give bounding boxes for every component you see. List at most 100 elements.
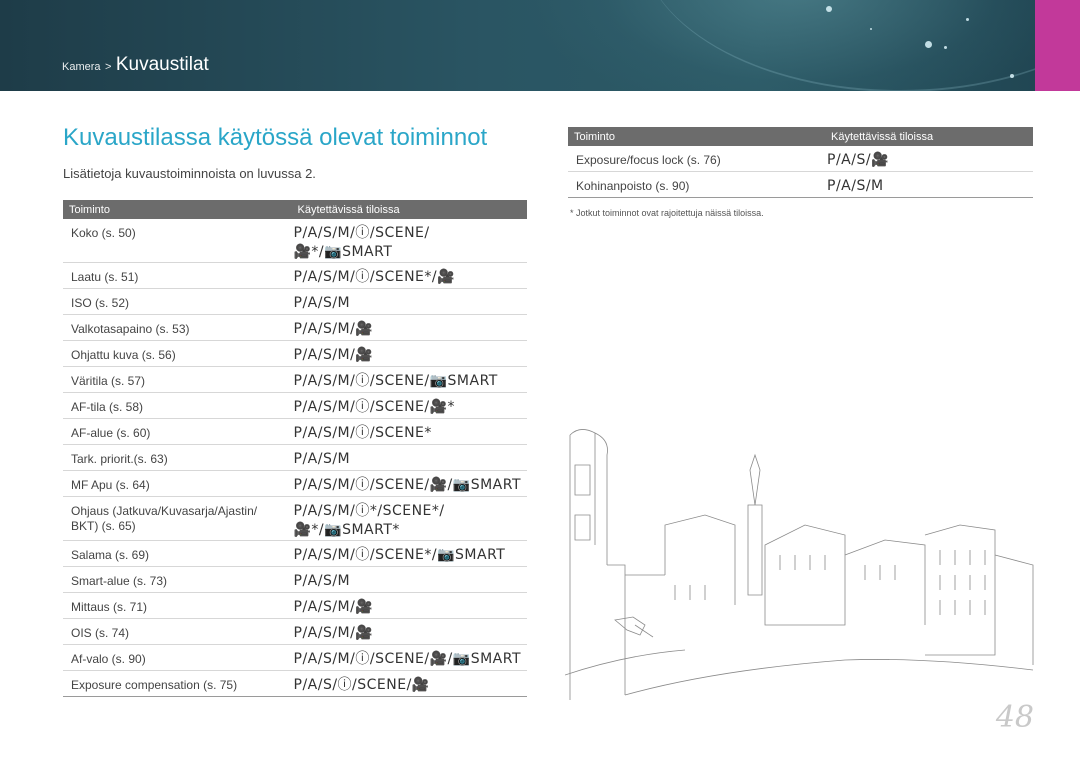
table-row: AF-tila (s. 58) P/A/S/M/ⓘ/SCENE/🎥* (63, 392, 527, 419)
available-modes: P/A/S/M (825, 171, 1033, 198)
table-row: Väritila (s. 57) P/A/S/M/ⓘ/SCENE/📷SMART (63, 366, 527, 393)
table-row: MF Apu (s. 64) P/A/S/M/ⓘ/SCENE/🎥/📷SMART (63, 470, 527, 497)
mode-list: P/A/S/M/🎥 (293, 599, 374, 615)
available-modes: P/A/S/ⓘ/SCENE/🎥 (291, 670, 527, 697)
available-modes: P/A/S/M/ⓘ/SCENE*/🎥 (291, 262, 527, 289)
table-row: OIS (s. 74) P/A/S/M/🎥 (63, 618, 527, 645)
column-header-function: Toiminto (568, 127, 825, 146)
available-modes: P/A/S/M/ⓘ/SCENE*/📷SMART (291, 540, 527, 567)
mode-list: P/A/S/M/ⓘ*/SCENE*/ (293, 503, 445, 519)
breadcrumb-current: Kuvaustilat (115, 54, 209, 75)
available-modes: P/A/S/M/🎥 (291, 618, 527, 645)
function-name: Exposure/focus lock (s. 76) (568, 146, 825, 172)
mode-list: P/A/S/M/🎥 (293, 347, 374, 363)
available-modes: P/A/S/M (291, 566, 527, 593)
table-row: Ohjaus (Jatkuva/Kuvasarja/Ajastin/ BKT) … (63, 496, 527, 541)
mode-list: P/A/S/M (293, 451, 351, 467)
mode-list: P/A/S/M/ⓘ/SCENE* (293, 425, 432, 441)
table-row: Exposure compensation (s. 75) P/A/S/ⓘ/SCE… (63, 670, 527, 697)
mode-list: P/A/S/🎥 (827, 152, 889, 168)
header-banner: Kamera > Kuvaustilat (0, 0, 1080, 91)
sparkle (826, 6, 832, 12)
available-modes: P/A/S/🎥 (825, 146, 1033, 172)
function-name: Koko (s. 50) (63, 219, 292, 263)
mode-list: 🎥*/📷SMART (293, 244, 393, 260)
mode-list: 🎥*/📷SMART* (293, 522, 400, 538)
breadcrumb-separator: > (104, 61, 112, 73)
chapter-tab (1035, 0, 1080, 91)
column-header-function: Toiminto (63, 200, 292, 219)
table-row: Laatu (s. 51) P/A/S/M/ⓘ/SCENE*/🎥 (63, 262, 527, 289)
function-name: AF-alue (s. 60) (63, 418, 292, 445)
breadcrumb: Kamera > Kuvaustilat (62, 54, 209, 76)
table-row: Koko (s. 50) P/A/S/M/ⓘ/SCENE/ 🎥*/📷SMART (63, 219, 527, 263)
table-row: Kohinanpoisto (s. 90) P/A/S/M (568, 171, 1033, 198)
mode-list: P/A/S/M/ⓘ/SCENE*/🎥 (293, 269, 456, 285)
table-row: ISO (s. 52) P/A/S/M (63, 288, 527, 315)
available-modes: P/A/S/M/ⓘ/SCENE/ 🎥*/📷SMART (291, 219, 527, 263)
table-row: Mittaus (s. 71) P/A/S/M/🎥 (63, 592, 527, 619)
function-name: ISO (s. 52) (63, 288, 292, 315)
modes-table-left: Toiminto Käytettävissä tiloissa Koko (s.… (63, 200, 527, 697)
table-row: Exposure/focus lock (s. 76) P/A/S/🎥 (568, 146, 1033, 172)
sparkle (966, 18, 969, 21)
table-row: Valkotasapaino (s. 53) P/A/S/M/🎥 (63, 314, 527, 341)
column-header-modes: Käytettävissä tiloissa (291, 200, 527, 219)
town-sketch-illustration (565, 429, 1034, 700)
mode-list: P/A/S/M/🎥 (293, 625, 374, 641)
table-row: Tark. priorit.(s. 63) P/A/S/M (63, 444, 527, 471)
sparkle (870, 28, 872, 30)
function-name: Ohjaus (Jatkuva/Kuvasarja/Ajastin/ BKT) … (63, 496, 292, 541)
sparkle (944, 46, 947, 49)
available-modes: P/A/S/M/🎥 (291, 592, 527, 619)
available-modes: P/A/S/M/ⓘ/SCENE/📷SMART (291, 366, 527, 393)
mode-list: P/A/S/M (293, 573, 351, 589)
mode-list: P/A/S/M/ⓘ/SCENE/📷SMART (293, 373, 498, 389)
function-name: Salama (s. 69) (63, 540, 292, 567)
function-name: Väritila (s. 57) (63, 366, 292, 393)
mode-list: P/A/S/M/🎥 (293, 321, 374, 337)
function-name: Laatu (s. 51) (63, 262, 292, 289)
function-name: OIS (s. 74) (63, 618, 292, 645)
table-row: Smart-alue (s. 73) P/A/S/M (63, 566, 527, 593)
mode-list: P/A/S/M (827, 178, 884, 194)
mode-list: P/A/S/M/ⓘ/SCENE/🎥/📷SMART (293, 651, 521, 667)
page-title: Kuvaustilassa käytössä olevat toiminnot (63, 124, 488, 151)
page-number: 48 (995, 700, 1034, 735)
column-header-modes: Käytettävissä tiloissa (825, 127, 1033, 146)
available-modes: P/A/S/M (291, 444, 527, 471)
modes-table-right: Toiminto Käytettävissä tiloissa Exposure… (568, 127, 1033, 198)
function-name: Exposure compensation (s. 75) (63, 670, 292, 697)
available-modes: P/A/S/M/🎥 (291, 340, 527, 367)
mode-list: P/A/S/ⓘ/SCENE/🎥 (293, 677, 430, 693)
function-name: Af-valo (s. 90) (63, 644, 292, 671)
available-modes: P/A/S/M/🎥 (291, 314, 527, 341)
function-name: Tark. priorit.(s. 63) (63, 444, 292, 471)
available-modes: P/A/S/M/ⓘ*/SCENE*/ 🎥*/📷SMART* (291, 496, 527, 541)
mode-list: P/A/S/M/ⓘ/SCENE/ (293, 225, 430, 241)
page-subtitle: Lisätietoja kuvaustoiminnoista on luvuss… (63, 166, 316, 181)
function-name: AF-tila (s. 58) (63, 392, 292, 419)
available-modes: P/A/S/M/ⓘ/SCENE/🎥/📷SMART (291, 470, 527, 497)
table-row: Ohjattu kuva (s. 56) P/A/S/M/🎥 (63, 340, 527, 367)
table-row: AF-alue (s. 60) P/A/S/M/ⓘ/SCENE* (63, 418, 527, 445)
function-name: Valkotasapaino (s. 53) (63, 314, 292, 341)
available-modes: P/A/S/M (291, 288, 527, 315)
function-name: Smart-alue (s. 73) (63, 566, 292, 593)
mode-list: P/A/S/M/ⓘ/SCENE*/📷SMART (293, 547, 506, 563)
mode-list: P/A/S/M/ⓘ/SCENE/🎥/📷SMART (293, 477, 521, 493)
table-row: Salama (s. 69) P/A/S/M/ⓘ/SCENE*/📷SMART (63, 540, 527, 567)
available-modes: P/A/S/M/ⓘ/SCENE/🎥/📷SMART (291, 644, 527, 671)
available-modes: P/A/S/M/ⓘ/SCENE* (291, 418, 527, 445)
function-name: MF Apu (s. 64) (63, 470, 292, 497)
function-name: Kohinanpoisto (s. 90) (568, 171, 825, 198)
function-name: Ohjattu kuva (s. 56) (63, 340, 292, 367)
mode-list: P/A/S/M (293, 295, 351, 311)
table-row: Af-valo (s. 90) P/A/S/M/ⓘ/SCENE/🎥/📷SMART (63, 644, 527, 671)
sparkle (1010, 74, 1014, 78)
mode-list: P/A/S/M/ⓘ/SCENE/🎥* (293, 399, 456, 415)
available-modes: P/A/S/M/ⓘ/SCENE/🎥* (291, 392, 527, 419)
function-name: Mittaus (s. 71) (63, 592, 292, 619)
breadcrumb-section[interactable]: Kamera (62, 61, 101, 73)
sparkle (925, 41, 932, 48)
